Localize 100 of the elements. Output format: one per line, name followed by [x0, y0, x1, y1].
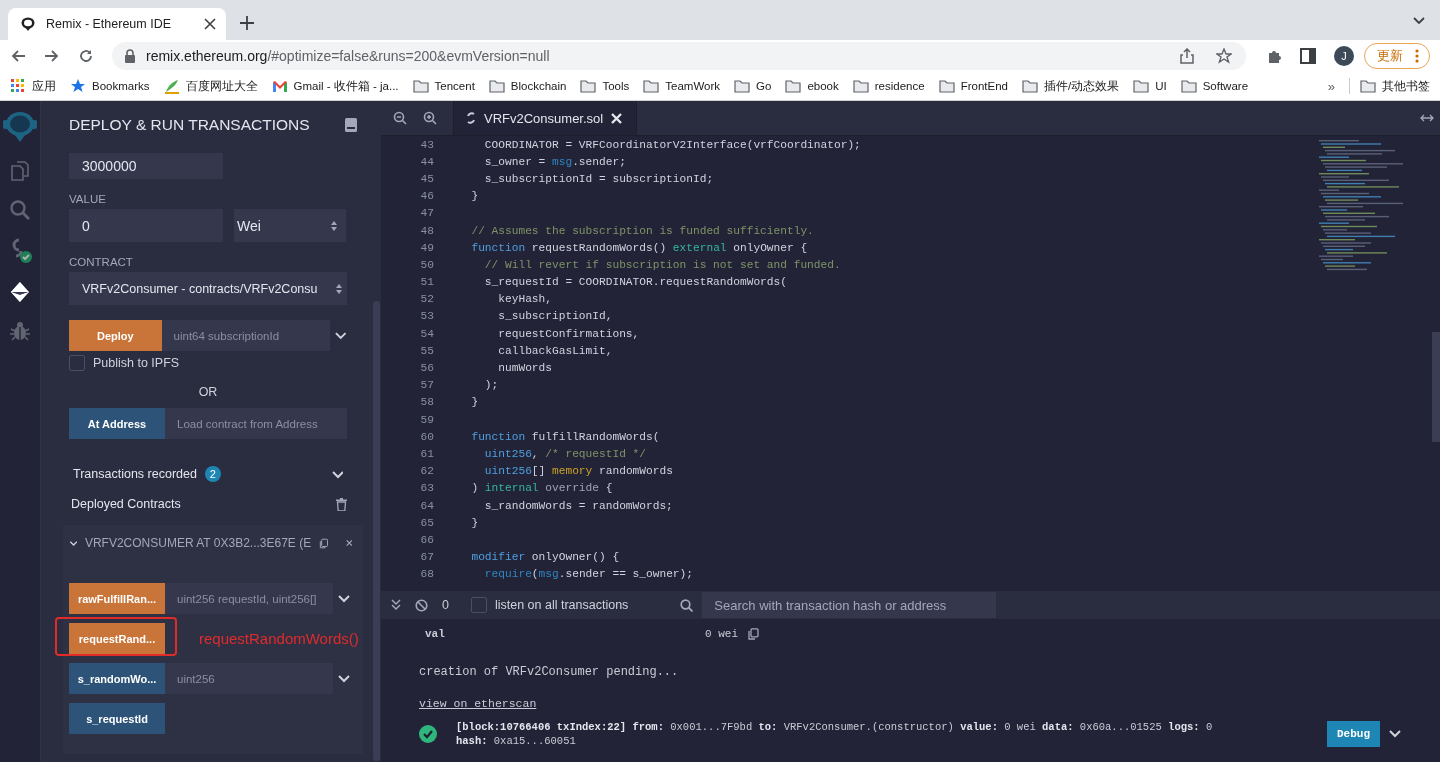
contract-select[interactable]: VRFv2Consumer - contracts/VRFv2Consu — [69, 272, 347, 305]
update-button[interactable]: 更新 — [1364, 43, 1430, 69]
new-tab-icon[interactable] — [240, 16, 254, 30]
line-number: 67 — [419, 551, 435, 564]
bug-icon[interactable] — [9, 320, 31, 342]
function-button[interactable]: s_requestId — [69, 703, 165, 734]
code-line: function requestRandomWords() external onlyOwner { — [470, 241, 808, 254]
bookmark[interactable]: 应用 — [10, 78, 56, 94]
puzzle-icon[interactable] — [1266, 48, 1282, 64]
bookmark[interactable]: FrontEnd — [938, 78, 1008, 94]
expand-icon[interactable] — [1420, 114, 1434, 122]
zoom-in-icon[interactable] — [423, 111, 437, 125]
bookmark[interactable]: 插件/动态效果 — [1021, 78, 1120, 94]
line-number: 66 — [419, 533, 435, 546]
contract-instance-title[interactable]: VRFV2CONSUMER AT 0X3B2...3E67E (E — [84, 536, 312, 550]
bookmark[interactable]: 百度网址大全 — [163, 78, 258, 94]
bookmark[interactable]: UI — [1133, 78, 1167, 94]
remix-logo-icon[interactable] — [3, 109, 37, 143]
at-address-button[interactable]: At Address — [69, 408, 165, 439]
unit-select[interactable]: Wei — [234, 209, 346, 242]
double-chevron-icon[interactable] — [391, 599, 401, 611]
parameter-field[interactable]: Load contract from Address — [165, 408, 347, 439]
star-icon[interactable] — [1216, 48, 1232, 64]
or-divider-text: OR — [197, 385, 219, 399]
folder-icon — [1021, 78, 1038, 94]
bookmark[interactable]: Gmail - 收件箱 - ja... — [271, 78, 399, 94]
checkbox[interactable] — [69, 355, 85, 371]
line-number: 51 — [419, 276, 435, 289]
function-button[interactable]: s_randomWo... — [69, 663, 165, 694]
leaf-icon — [163, 78, 180, 94]
bookmark[interactable]: Tools — [580, 78, 630, 94]
code-line: numWords — [497, 362, 552, 375]
parameter-field[interactable]: uint256 requestId, uint256[] — [165, 583, 333, 614]
value-field[interactable]: 0 — [69, 209, 223, 242]
bookmark[interactable]: residence — [852, 78, 925, 94]
debug-button[interactable]: Debug — [1327, 721, 1380, 747]
code-line: } — [470, 396, 479, 409]
code-line: ); — [483, 379, 499, 392]
bookmark[interactable]: Software — [1180, 78, 1249, 94]
tab-title: Remix - Ethereum IDE — [46, 17, 173, 31]
bookmark[interactable]: Blockchain — [488, 78, 567, 94]
ethereum-icon[interactable] — [9, 281, 31, 303]
etherscan-link[interactable]: view on etherscan — [419, 697, 537, 710]
code-line: s_requestId = COORDINATOR.requestRandomWords( — [483, 276, 787, 289]
overflow-chevron[interactable]: » — [1327, 78, 1335, 94]
checkbox[interactable] — [470, 597, 487, 613]
log-message: creation of VRFv2Consumer pending... — [419, 665, 680, 679]
scrollbar-thumb[interactable] — [1432, 332, 1440, 442]
parameter-field[interactable]: uint64 subscriptionId — [161, 320, 330, 351]
line-number: 47 — [419, 207, 435, 220]
profile-avatar[interactable]: J — [1334, 46, 1354, 66]
caret-icon[interactable] — [331, 468, 343, 480]
zoom-out-icon[interactable] — [393, 111, 407, 125]
transaction-details: [block:10766406 txIndex:22] from: 0x001...7F9bd to: VRFv2Consumer.(constructor) value: 0 wei data: 0x60a...01525 logs: 0 — [456, 720, 1213, 734]
line-number: 63 — [419, 482, 435, 495]
count-badge: 2 — [204, 466, 221, 482]
more-icon — [1415, 49, 1419, 63]
line-number: 61 — [419, 447, 435, 460]
close-icon[interactable] — [204, 18, 216, 30]
line-number: 68 — [419, 568, 435, 581]
trash-icon[interactable] — [336, 497, 347, 511]
share-icon[interactable] — [1180, 48, 1194, 64]
back-icon[interactable] — [10, 48, 26, 64]
line-number: 44 — [419, 155, 435, 168]
side-panel-icon[interactable] — [1300, 48, 1316, 64]
line-number: 49 — [419, 241, 435, 254]
copy-icon[interactable] — [748, 628, 759, 640]
bookmark[interactable]: Go — [734, 78, 772, 94]
parameter-field[interactable]: uint256 — [165, 663, 333, 694]
search-field[interactable]: Search with transaction hash or address — [702, 592, 997, 618]
remix-logo-icon — [20, 16, 36, 32]
bookmark[interactable]: Tencent — [412, 78, 475, 94]
url-text: remix.ethereum.org/#optimize=false&runs=200&evmVersion=null — [146, 48, 550, 64]
line-number: 57 — [419, 379, 435, 392]
block-icon[interactable] — [415, 598, 428, 612]
bookmark[interactable]: Bookmarks — [70, 78, 150, 94]
folder-icon — [580, 78, 597, 94]
file-tab[interactable]: VRFv2Consumer.sol — [453, 101, 638, 135]
forward-icon[interactable] — [44, 48, 60, 64]
folder-icon — [1180, 78, 1197, 94]
code-line: require(msg.sender == s_owner); — [483, 568, 693, 581]
line-number: 48 — [419, 224, 435, 237]
code-line: // Assumes the subscription is funded sufficiently. — [470, 224, 814, 237]
folder-icon — [643, 78, 660, 94]
reload-icon[interactable] — [78, 48, 94, 64]
folder-icon — [938, 78, 955, 94]
book-icon[interactable] — [345, 118, 357, 132]
code-line: ) internal override { — [470, 482, 613, 495]
line-number: 54 — [419, 327, 435, 340]
bookmark[interactable]: ebook — [785, 78, 839, 94]
section-label: Transactions recorded — [73, 467, 197, 481]
line-number: 45 — [419, 172, 435, 185]
bookmark[interactable]: TeamWork — [643, 78, 721, 94]
gas-limit-field[interactable]: 3000000 — [69, 153, 223, 179]
bookmark[interactable]: 其他书签 — [1349, 78, 1430, 94]
scrollbar-thumb[interactable] — [373, 301, 380, 761]
code-line: callbackGasLimit, — [497, 344, 613, 357]
search-icon[interactable] — [9, 199, 31, 221]
address-bar[interactable]: remix.ethereum.org/#optimize=false&runs=200&evmVersion=null — [112, 42, 1246, 70]
browser-tab[interactable]: Remix - Ethereum IDE — [8, 8, 226, 40]
